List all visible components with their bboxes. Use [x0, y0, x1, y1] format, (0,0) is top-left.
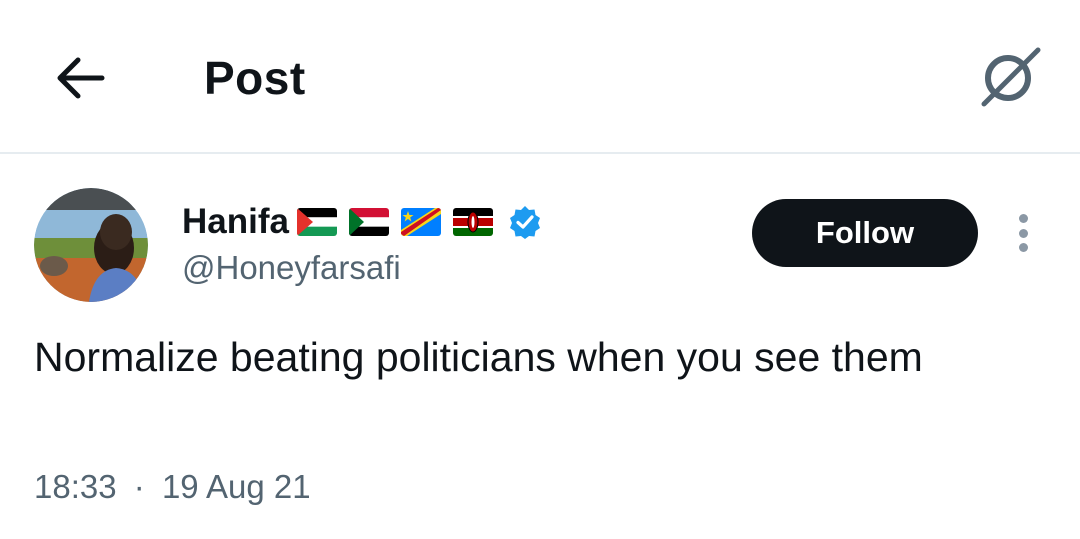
post-timestamp[interactable]: 18:33 · 19 Aug 21 — [34, 465, 311, 509]
verified-badge-icon[interactable] — [507, 204, 543, 240]
grok-icon — [981, 47, 1041, 107]
more-vertical-icon — [1018, 214, 1028, 223]
post-date: 19 Aug 21 — [161, 468, 311, 505]
arrow-left-icon — [57, 57, 105, 99]
post-time: 18:33 — [34, 468, 117, 505]
page-title: Post — [204, 52, 306, 104]
top-bar: Post — [0, 0, 1080, 154]
kenya-flag-icon — [452, 208, 493, 236]
back-button[interactable] — [50, 48, 110, 108]
author-name-row: Hanifa — [182, 200, 543, 244]
more-options-button[interactable] — [1008, 210, 1038, 256]
display-name[interactable]: Hanifa — [182, 200, 289, 244]
dr-congo-flag-icon — [400, 208, 441, 236]
palestine-flag-icon — [296, 208, 337, 236]
post-text: Normalize beating politicians when you s… — [34, 334, 923, 380]
avatar-image — [34, 188, 148, 302]
more-vertical-icon-dot — [1018, 228, 1028, 238]
meta-separator: · — [133, 468, 145, 505]
sudan-flag-icon — [348, 208, 389, 236]
author-handle[interactable]: @Honeyfarsafi — [182, 246, 401, 290]
more-vertical-icon-dot — [1018, 243, 1028, 252]
grok-button[interactable] — [972, 40, 1048, 112]
avatar[interactable] — [34, 188, 148, 302]
follow-button[interactable]: Follow — [752, 199, 978, 267]
